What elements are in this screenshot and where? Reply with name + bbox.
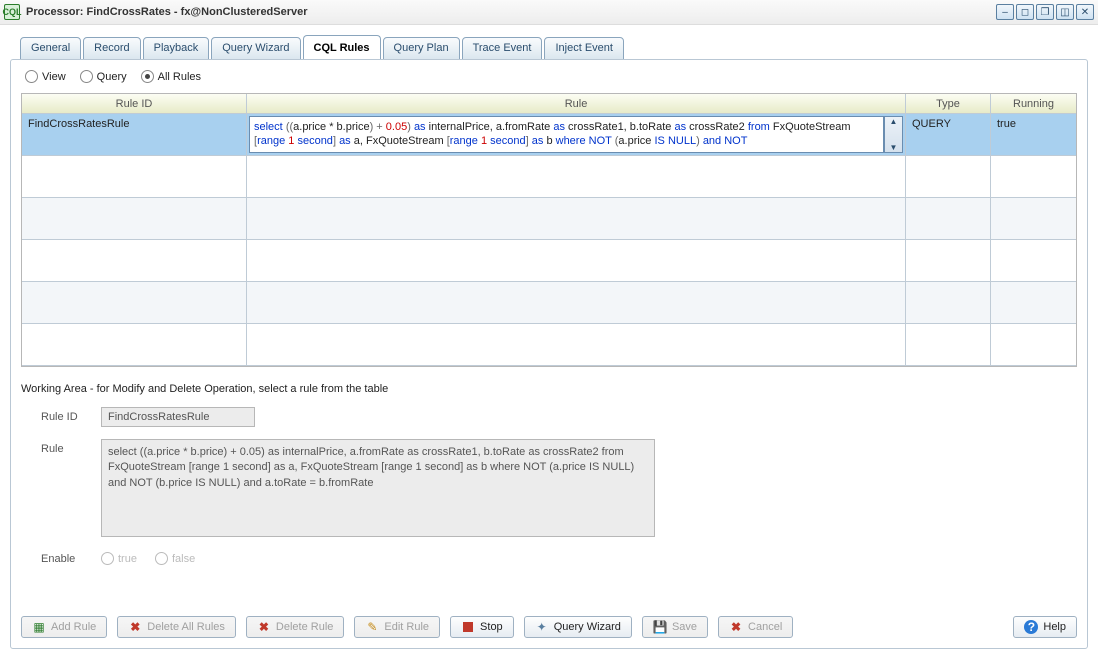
rule-label: Rule [41,439,101,455]
radio-query-label: Query [97,71,127,83]
tab-query-wizard[interactable]: Query Wizard [211,37,300,60]
edit-rule-button[interactable]: ✎ Edit Rule [354,616,440,638]
table-row[interactable]: FindCrossRatesRule select ((a.price * b.… [22,114,1076,156]
delete-icon: ✖ [128,620,142,634]
chevron-down-icon[interactable]: ▼ [885,143,902,152]
table-row[interactable] [22,156,1076,198]
radio-dot-icon [80,70,93,83]
tab-cql-rules[interactable]: CQL Rules [303,35,381,60]
radio-dot-icon [141,70,154,83]
tab-inject-event[interactable]: Inject Event [544,37,623,60]
rules-grid: Rule ID Rule Type Running FindCrossRates… [21,93,1077,367]
processor-icon: CQL [4,4,20,20]
cell-rule-id: FindCrossRatesRule [22,114,247,156]
delete-all-rules-button[interactable]: ✖ Delete All Rules [117,616,236,638]
wizard-icon: ✦ [535,620,549,634]
cancel-button[interactable]: ✖ Cancel [718,616,793,638]
table-row[interactable] [22,282,1076,324]
content: General Record Playback Query Wizard CQL… [0,25,1098,659]
rule-inline-editor[interactable]: select ((a.price * b.price) + 0.05) as i… [249,116,884,153]
tab-query-plan[interactable]: Query Plan [383,37,460,60]
col-rule[interactable]: Rule [247,94,906,114]
rule-editor-spinner[interactable]: ▲ ▼ [884,116,903,153]
radio-view-label: View [42,71,66,83]
radio-all-rules[interactable]: All Rules [141,70,201,83]
save-icon: 💾 [653,620,667,634]
radio-dot-icon [155,552,168,565]
rule-id-label: Rule ID [41,407,101,423]
tab-general[interactable]: General [20,37,81,60]
rule-id-field[interactable]: FindCrossRatesRule [101,407,255,427]
grid-header: Rule ID Rule Type Running [22,94,1076,114]
working-area-text: Working Area - for Modify and Delete Ope… [21,383,1077,395]
radio-query[interactable]: Query [80,70,127,83]
toolbar: ▦ Add Rule ✖ Delete All Rules ✖ Delete R… [21,604,1077,638]
table-row[interactable] [22,240,1076,282]
tabbar: General Record Playback Query Wizard CQL… [20,35,1088,60]
chevron-up-icon[interactable]: ▲ [885,117,902,126]
tab-playback[interactable]: Playback [143,37,210,60]
delete-rule-button[interactable]: ✖ Delete Rule [246,616,344,638]
col-rule-id[interactable]: Rule ID [22,94,247,114]
enable-label: Enable [41,549,101,565]
window-controls: – ◻ ❐ ◫ ✕ [996,4,1094,20]
cell-rule: select ((a.price * b.price) + 0.05) as i… [247,114,906,156]
cell-type: QUERY [906,114,991,156]
win-close-icon[interactable]: ✕ [1076,4,1094,20]
rule-textarea[interactable]: select ((a.price * b.price) + 0.05) as i… [101,439,655,537]
window-title: Processor: FindCrossRates - fx@NonCluste… [26,6,308,18]
working-area-form: Rule ID FindCrossRatesRule Rule select (… [41,407,681,577]
table-row[interactable] [22,324,1076,366]
radio-dot-icon [25,70,38,83]
titlebar: CQL Processor: FindCrossRates - fx@NonCl… [0,0,1098,25]
enable-false-label: false [172,553,195,565]
radio-view[interactable]: View [25,70,66,83]
save-button[interactable]: 💾 Save [642,616,708,638]
enable-false-radio[interactable]: false [155,552,195,565]
cancel-icon: ✖ [729,620,743,634]
table-row[interactable] [22,198,1076,240]
add-icon: ▦ [32,620,46,634]
delete-icon: ✖ [257,620,271,634]
tab-panel: View Query All Rules Rule ID Rule Type R… [10,59,1088,649]
stop-icon [461,620,475,634]
enable-true-radio[interactable]: true [101,552,137,565]
radio-dot-icon [101,552,114,565]
help-button[interactable]: ? Help [1013,616,1077,638]
win-min-icon[interactable]: – [996,4,1014,20]
win-max-icon[interactable]: ◻ [1016,4,1034,20]
tab-trace-event[interactable]: Trace Event [462,37,543,60]
cell-running: true [991,114,1076,156]
col-running[interactable]: Running [991,94,1076,114]
query-wizard-button[interactable]: ✦ Query Wizard [524,616,632,638]
tab-record[interactable]: Record [83,37,140,60]
window: CQL Processor: FindCrossRates - fx@NonCl… [0,0,1098,658]
enable-true-label: true [118,553,137,565]
add-rule-button[interactable]: ▦ Add Rule [21,616,107,638]
radio-all-label: All Rules [158,71,201,83]
win-restore-icon[interactable]: ❐ [1036,4,1054,20]
stop-button[interactable]: Stop [450,616,514,638]
edit-icon: ✎ [365,620,379,634]
win-detach-icon[interactable]: ◫ [1056,4,1074,20]
help-icon: ? [1024,620,1038,634]
col-type[interactable]: Type [906,94,991,114]
filter-radios: View Query All Rules [21,70,1077,83]
